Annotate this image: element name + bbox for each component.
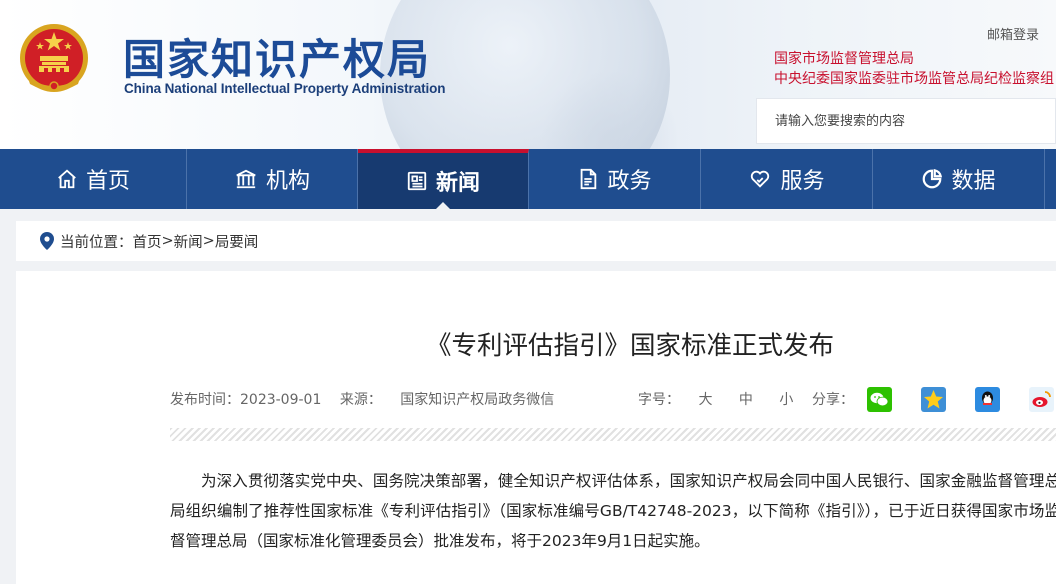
- font-size-switcher: 字号： 大 中 小: [638, 389, 793, 409]
- search-box: [756, 98, 1056, 144]
- site-logo-cn[interactable]: 国家知识产权局: [123, 26, 431, 87]
- site-header: 国家知识产权局 China National Intellectual Prop…: [0, 0, 1056, 149]
- home-icon: [56, 168, 78, 190]
- pie-chart-icon: [921, 168, 943, 190]
- article-panel: 《专利评估指引》国家标准正式发布 发布时间：2023-09-01 来源： 国家知…: [16, 271, 1056, 584]
- source-value: 国家知识产权局政务微信: [400, 392, 555, 408]
- breadcrumb: 当前位置： 首页 > 新闻 > 局要闻: [16, 221, 1056, 261]
- share-label: 分享：: [812, 392, 854, 408]
- nav-item-label: 机构: [265, 169, 310, 194]
- national-emblem-icon[interactable]: [18, 20, 90, 98]
- nav-item-label: 新闻: [435, 171, 480, 196]
- breadcrumb-news[interactable]: 新闻: [174, 231, 203, 252]
- nav-item-institution[interactable]: 机构: [187, 149, 358, 209]
- wechat-icon[interactable]: [867, 387, 892, 412]
- breadcrumb-separator: >: [161, 233, 174, 249]
- nav-item-label: 政务: [607, 169, 652, 194]
- font-size-small[interactable]: 小: [779, 392, 793, 408]
- qzone-icon[interactable]: [921, 387, 946, 412]
- newspaper-icon: [406, 170, 428, 192]
- mail-login-link[interactable]: 邮箱登录: [987, 24, 1039, 43]
- nav-item-home[interactable]: 首页: [0, 149, 187, 209]
- nav-item-news[interactable]: 新闻: [358, 149, 529, 210]
- weibo-icon[interactable]: [1029, 387, 1054, 412]
- nav-item-data[interactable]: 数据: [873, 149, 1045, 209]
- article-title: 《专利评估指引》国家标准正式发布: [425, 331, 834, 361]
- document-icon: [577, 168, 599, 190]
- divider-stripe: [170, 428, 1056, 441]
- site-logo-en[interactable]: China National Intellectual Property Adm…: [124, 81, 446, 96]
- article-paragraph: 为深入贯彻落实党中央、国务院决策部署，健全知识产权评估体系，国家知识产权局会同中…: [170, 472, 1056, 550]
- publish-date: 2023-09-01: [240, 392, 322, 408]
- search-input[interactable]: [757, 99, 1055, 143]
- font-size-label: 字号：: [638, 392, 680, 408]
- breadcrumb-separator: >: [202, 233, 215, 249]
- qq-icon[interactable]: [975, 387, 1000, 412]
- discipline-inspection-link[interactable]: 中央纪委国家监委驻市场监管总局纪检监察组: [774, 68, 1054, 88]
- nav-item-label: 服务: [780, 169, 825, 194]
- nav-item-affairs[interactable]: 政务: [529, 149, 701, 209]
- font-size-medium[interactable]: 中: [739, 392, 753, 408]
- nav-item-label: 数据: [951, 169, 996, 194]
- samr-link[interactable]: 国家市场监督管理总局: [774, 48, 914, 68]
- breadcrumb-home[interactable]: 首页: [133, 231, 162, 252]
- location-pin-icon: [40, 232, 54, 250]
- main-nav: 首页 机构 新闻 政务 服务 数据: [0, 149, 1056, 210]
- font-size-large[interactable]: 大: [698, 392, 712, 408]
- breadcrumb-top-news[interactable]: 局要闻: [215, 231, 259, 252]
- heart-hand-icon: [748, 168, 772, 190]
- nav-item-service[interactable]: 服务: [701, 149, 873, 209]
- article-meta: 发布时间：2023-09-01 来源： 国家知识产权局政务微信: [170, 389, 554, 409]
- institution-icon: [234, 168, 258, 190]
- nav-item-label: 首页: [85, 169, 130, 194]
- publish-label: 发布时间：: [170, 392, 240, 408]
- source-label: 来源：: [339, 392, 382, 408]
- article-content-area: 《专利评估指引》国家标准正式发布 发布时间：2023-09-01 来源： 国家知…: [16, 271, 1056, 584]
- breadcrumb-prefix: 当前位置：: [60, 234, 133, 251]
